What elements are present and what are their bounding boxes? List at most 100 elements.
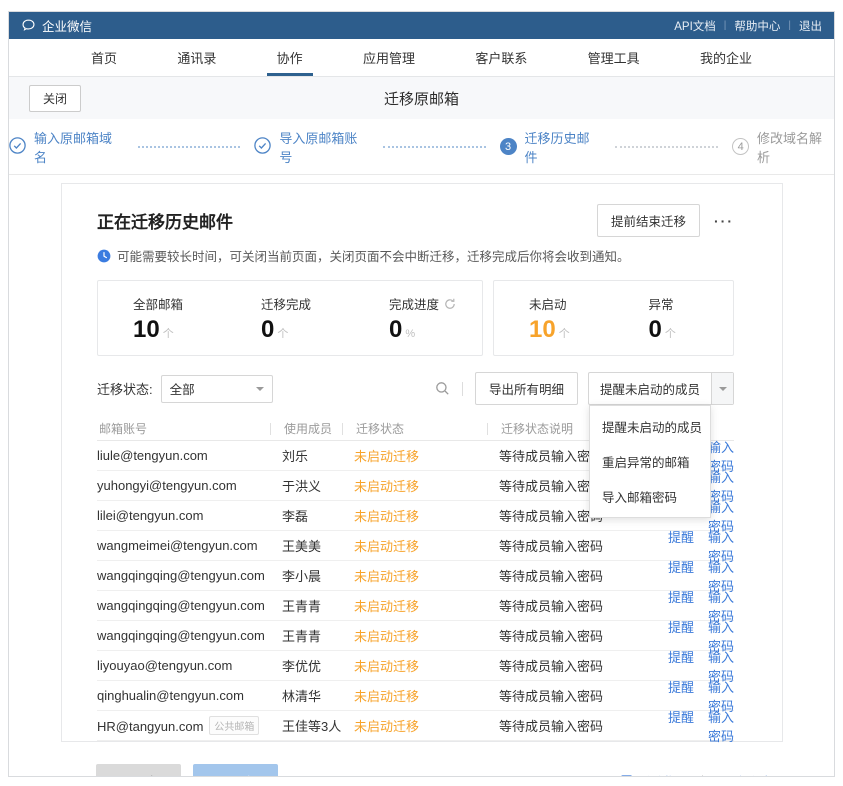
menu-item-1[interactable]: 重启异常的邮箱	[590, 444, 710, 479]
brand-name: 企业微信	[42, 16, 92, 35]
email-text: wangqingqing@tengyun.com	[97, 598, 265, 613]
actions-dropdown-menu: 提醒未启动的成员重启异常的邮箱导入邮箱密码	[589, 405, 711, 518]
table-row: HR@tangyun.com公共邮箱王佳等3人未启动迁移等待成员输入密码提醒输入…	[97, 711, 734, 741]
subheader: 关闭 迁移原邮箱	[9, 77, 834, 119]
remind-link[interactable]: 提醒	[668, 650, 694, 665]
step-4-pending: 4修改域名解析	[732, 128, 834, 166]
status-desc-cell: 等待成员输入密码	[499, 566, 647, 585]
status-cell: 未启动迁移	[354, 536, 499, 555]
email-cell: liyouyao@tengyun.com	[97, 658, 282, 673]
topbar-links: API文档|帮助中心|退出	[674, 18, 822, 34]
input-password-link[interactable]: 输入密码	[708, 710, 734, 744]
more-actions-icon[interactable]: ···	[714, 213, 734, 229]
topbar-link-1[interactable]: 帮助中心	[734, 18, 780, 34]
stat-value: 0个	[261, 316, 354, 344]
stat-0: 全部邮箱10个	[98, 294, 226, 344]
menu-item-0[interactable]: 提醒未启动的成员	[590, 409, 710, 444]
email-cell: wangmeimei@tengyun.com	[97, 538, 282, 553]
email-cell: lilei@tengyun.com	[97, 508, 282, 523]
chevron-down-icon[interactable]	[711, 373, 733, 404]
step-label: 修改域名解析	[757, 128, 834, 166]
email-text: yuhongyi@tengyun.com	[97, 478, 237, 493]
step-label: 迁移历史邮件	[525, 128, 602, 166]
migration-panel: 正在迁移历史邮件 提前结束迁移 ··· 可能需要较长时间，可关闭当前页面，关闭页…	[61, 183, 783, 742]
email-cell: wangqingqing@tengyun.com	[97, 628, 282, 643]
step-separator	[615, 146, 718, 148]
table-row: liyouyao@tengyun.com李优优未启动迁移等待成员输入密码提醒输入…	[97, 651, 734, 681]
menu-item-2[interactable]: 导入邮箱密码	[590, 479, 710, 514]
close-button[interactable]: 关闭	[29, 85, 81, 112]
panel-header-actions: 提前结束迁移 ···	[597, 204, 734, 237]
email-text: qinghualin@tengyun.com	[97, 688, 244, 703]
step-2-done: 导入原邮箱账号	[254, 128, 369, 166]
email-text: HR@tangyun.com	[97, 719, 203, 734]
refresh-icon[interactable]	[444, 298, 456, 310]
step-1-done: 输入原邮箱域名	[9, 128, 124, 166]
stat-unit: 个	[665, 328, 676, 340]
table-row: wangmeimei@tengyun.com王美美未启动迁移等待成员输入密码提醒…	[97, 531, 734, 561]
contact-support-link[interactable]: 咨询客服	[715, 772, 786, 777]
remind-members-split-button[interactable]: 提醒未启动的成员	[588, 372, 734, 405]
stats-overview-box: 全部邮箱10个迁移完成0个完成进度0%	[97, 280, 483, 356]
nav-item-3[interactable]: 应用管理	[353, 39, 425, 76]
step-bar: 输入原邮箱域名导入原邮箱账号3迁移历史邮件4修改域名解析	[9, 119, 834, 175]
topbar: 企业微信 API文档|帮助中心|退出	[9, 12, 834, 39]
nav-item-6[interactable]: 我的企业	[690, 39, 762, 76]
topbar-link-0[interactable]: API文档	[674, 18, 716, 34]
nav-item-2[interactable]: 协作	[267, 39, 313, 76]
nav-item-0[interactable]: 首页	[81, 39, 127, 76]
header-separator	[487, 423, 488, 435]
step-check-icon	[9, 137, 26, 157]
status-desc-cell: 等待成员输入密码	[499, 656, 647, 675]
search-icon[interactable]	[435, 381, 450, 396]
stat-unit: %	[405, 328, 415, 340]
end-migration-button[interactable]: 提前结束迁移	[597, 204, 700, 237]
email-text: wangmeimei@tengyun.com	[97, 538, 258, 553]
remind-link[interactable]: 提醒	[668, 620, 694, 635]
topbar-link-2[interactable]: 退出	[799, 18, 822, 34]
contact-support-label: 咨询客服	[734, 772, 786, 777]
brand: 企业微信	[21, 16, 92, 35]
nav-item-5[interactable]: 管理工具	[578, 39, 650, 76]
stat-label: 全部邮箱	[133, 294, 226, 313]
stat-label-text: 迁移完成	[261, 294, 311, 313]
email-cell: liule@tengyun.com	[97, 448, 282, 463]
remind-members-button-label[interactable]: 提醒未启动的成员	[589, 373, 711, 404]
member-cell: 刘乐	[282, 446, 354, 465]
next-step-button[interactable]: 下一步	[193, 764, 278, 777]
column-header-0: 邮箱账号	[97, 420, 282, 437]
status-desc-cell: 等待成员输入密码	[499, 686, 647, 705]
wizard-footer: 上一步 下一步 迁移指引 咨询客服	[96, 764, 786, 777]
prev-step-button[interactable]: 上一步	[96, 764, 181, 777]
email-text: lilei@tengyun.com	[97, 508, 203, 523]
email-cell: wangqingqing@tengyun.com	[97, 598, 282, 613]
export-details-button[interactable]: 导出所有明细	[475, 372, 578, 405]
step-separator	[138, 146, 241, 148]
migration-notice: 可能需要较长时间，可关闭当前页面，关闭页面不会中断迁移，迁移完成后你将会收到通知…	[97, 246, 734, 265]
status-desc-cell: 等待成员输入密码	[499, 596, 647, 615]
stat-label-text: 未启动	[529, 294, 567, 313]
stat-label: 异常	[649, 294, 734, 313]
column-header-2: 迁移状态	[354, 420, 499, 437]
headset-icon	[715, 775, 729, 778]
email-text: liule@tengyun.com	[97, 448, 208, 463]
clock-icon	[97, 249, 111, 263]
header-separator	[270, 423, 271, 435]
nav-item-4[interactable]: 客户联系	[465, 39, 537, 76]
remind-link[interactable]: 提醒	[668, 530, 694, 545]
stat-unit: 个	[277, 328, 288, 340]
remind-link[interactable]: 提醒	[668, 560, 694, 575]
remind-link[interactable]: 提醒	[668, 590, 694, 605]
status-cell: 未启动迁移	[354, 716, 499, 735]
migration-guide-link[interactable]: 迁移指引	[620, 772, 690, 777]
status-cell: 未启动迁移	[354, 626, 499, 645]
remind-link[interactable]: 提醒	[668, 680, 694, 695]
remind-link[interactable]: 提醒	[668, 710, 694, 725]
email-cell: qinghualin@tengyun.com	[97, 688, 282, 703]
stat-label-text: 全部邮箱	[133, 294, 183, 313]
document-icon	[620, 775, 633, 778]
status-cell: 未启动迁移	[354, 596, 499, 615]
nav-item-1[interactable]: 通讯录	[167, 39, 226, 76]
member-cell: 李磊	[282, 506, 354, 525]
status-filter-select[interactable]: 全部	[161, 375, 273, 403]
